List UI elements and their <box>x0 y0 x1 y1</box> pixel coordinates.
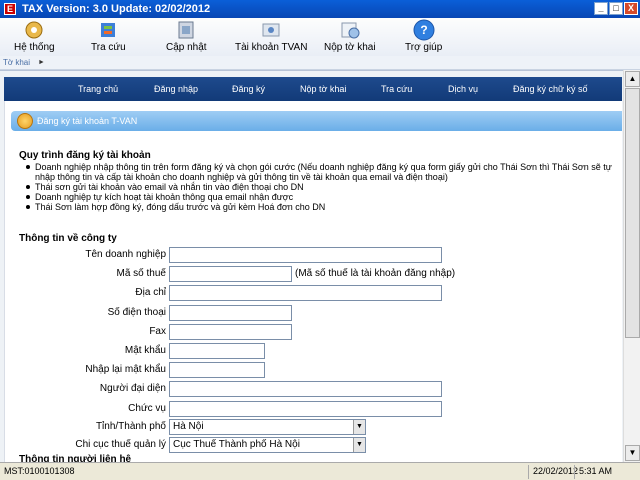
position-field[interactable] <box>169 401 442 417</box>
tax-code-note: (Mã số thuế là tài khoản đăng nhập) <box>295 268 456 279</box>
submit-icon <box>339 19 361 41</box>
status-time: 5:31 AM <box>574 465 616 479</box>
toolbar-update-button[interactable]: Cập nhật <box>166 18 207 56</box>
main-toolbar: Hệ thống Tra cứu Cập nhật Tài khoản TVAN… <box>0 18 640 56</box>
chevron-down-icon[interactable]: ▼ <box>353 438 365 452</box>
tax-code-label: Mã số thuế <box>116 268 166 279</box>
system-icon <box>23 19 45 41</box>
representative-field[interactable] <box>169 381 442 397</box>
scroll-down-icon[interactable]: ▼ <box>625 445 640 461</box>
page-title: Đăng ký tài khoản T-VAN <box>37 116 138 126</box>
representative-label: Người đại diện <box>99 383 166 394</box>
title-bar: E TAX Version: 3.0 Update: 02/02/2012 _ … <box>0 0 640 18</box>
update-icon <box>175 19 197 41</box>
help-icon: ? <box>413 19 435 41</box>
province-label: Tỉnh/Thành phố <box>95 421 166 432</box>
tax-code-field[interactable] <box>169 266 292 282</box>
list-item: Doanh nghiệp nhập thông tin trên form đă… <box>26 162 615 182</box>
list-item: Thái Sơn làm hợp đồng ký, đóng dấu trước… <box>26 202 615 212</box>
breadcrumb-item[interactable]: Tờ khai <box>3 58 30 67</box>
nav-login[interactable]: Đăng nhập <box>154 84 198 94</box>
password-confirm-field[interactable] <box>169 362 265 378</box>
minimize-button[interactable]: _ <box>594 2 608 15</box>
nav-services[interactable]: Dịch vụ <box>448 84 478 94</box>
list-item: Thái sơn gửi tài khoản vào email và nhắn… <box>26 182 615 192</box>
status-tax-code: MST:0100101308 <box>4 466 75 476</box>
scroll-thumb[interactable] <box>625 88 640 338</box>
toolbar-lookup-button[interactable]: Tra cứu <box>91 18 126 56</box>
province-select-value: Hà Nội <box>173 421 204 432</box>
breadcrumb-arrow-icon[interactable]: ► <box>38 59 45 66</box>
phone-label: Số điện thoại <box>107 307 166 318</box>
company-name-label: Tên doanh nghiệp <box>85 249 166 260</box>
position-label: Chức vụ <box>128 403 166 414</box>
password-label: Mật khẩu <box>124 345 166 356</box>
scroll-up-icon[interactable]: ▲ <box>625 71 640 87</box>
users-icon <box>17 113 33 129</box>
tax-office-select-value: Cục Thuế Thành phố Hà Nội <box>173 439 300 450</box>
fax-label: Fax <box>149 326 166 337</box>
address-field[interactable] <box>169 285 442 301</box>
nav-home[interactable]: Trang chủ <box>78 84 118 94</box>
toolbar-tvan-account-button[interactable]: Tài khoản TVAN <box>235 18 307 56</box>
list-item: Doanh nghiệp tự kích hoạt tài khoản thôn… <box>26 192 615 202</box>
svg-text:?: ? <box>420 23 427 37</box>
nav-digital-signature[interactable]: Đăng ký chữ ký số <box>513 84 588 94</box>
company-name-field[interactable] <box>169 247 442 263</box>
password-confirm-label: Nhập lại mật khẩu <box>85 364 166 375</box>
breadcrumb: Tờ khai ► <box>0 56 640 70</box>
app-icon: E <box>4 3 16 15</box>
fax-field[interactable] <box>169 324 292 340</box>
chevron-down-icon[interactable]: ▼ <box>353 420 365 434</box>
nav-lookup[interactable]: Tra cứu <box>381 84 412 94</box>
phone-field[interactable] <box>169 305 292 321</box>
password-field[interactable] <box>169 343 265 359</box>
lookup-icon <box>97 19 119 41</box>
content-frame: Trang chủ Đăng nhập Đăng ký Nộp tờ khai … <box>0 70 640 463</box>
maximize-button[interactable]: □ <box>609 2 623 15</box>
site-nav: Trang chủ Đăng nhập Đăng ký Nộp tờ khai … <box>4 77 622 101</box>
close-button[interactable]: X <box>624 2 638 15</box>
registration-page: Đăng ký tài khoản T-VAN Quy trình đăng k… <box>4 101 622 463</box>
process-steps: Doanh nghiệp nhập thông tin trên form đă… <box>26 162 615 212</box>
nav-submit[interactable]: Nộp tờ khai <box>300 84 346 94</box>
toolbar-system-button[interactable]: Hệ thống <box>14 18 55 56</box>
toolbar-submit-button[interactable]: Nộp tờ khai <box>324 18 376 56</box>
nav-register[interactable]: Đăng ký <box>232 84 265 94</box>
province-select[interactable]: Hà Nội ▼ <box>169 419 366 435</box>
company-heading: Thông tin về công ty <box>19 233 117 244</box>
window-title: TAX Version: 3.0 Update: 02/02/2012 <box>22 3 211 15</box>
tax-office-select[interactable]: Cục Thuế Thành phố Hà Nội ▼ <box>169 437 366 453</box>
page-banner: Đăng ký tài khoản T-VAN <box>11 111 622 131</box>
vertical-scrollbar[interactable]: ▲ ▼ <box>623 70 640 462</box>
address-label: Địa chỉ <box>135 287 166 298</box>
status-bar: MST:0100101308 22/02/2012 5:31 AM <box>0 462 640 480</box>
process-heading: Quy trình đăng ký tài khoản <box>19 150 151 161</box>
tax-office-label: Chi cục thuế quản lý <box>75 439 166 450</box>
toolbar-help-button[interactable]: ? Trợ giúp <box>405 18 442 56</box>
account-icon <box>260 19 282 41</box>
